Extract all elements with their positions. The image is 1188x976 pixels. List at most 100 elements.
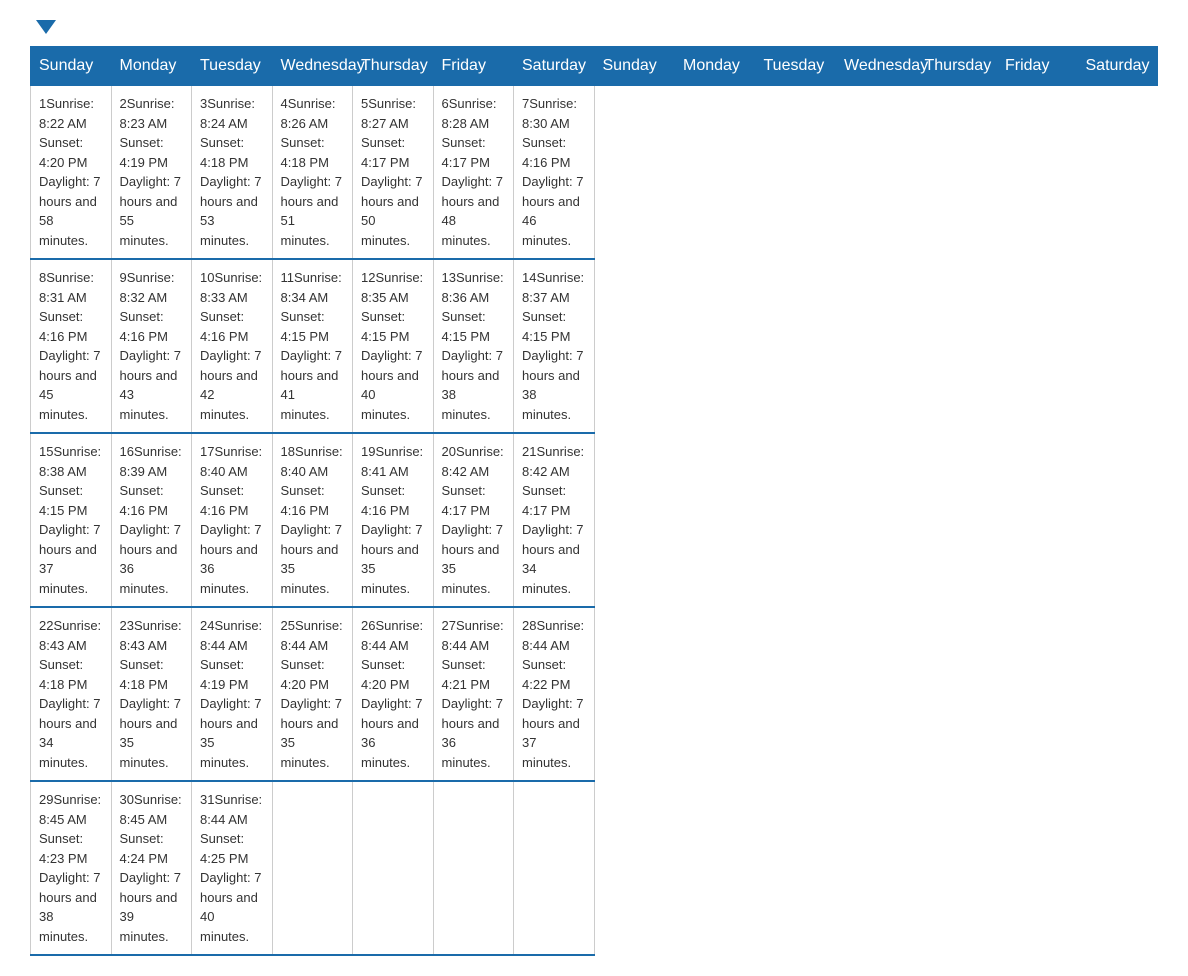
day-number: 31 xyxy=(200,792,214,807)
sunrise-text: Sunrise: 8:27 AM xyxy=(361,96,416,131)
header-tuesday: Tuesday xyxy=(192,47,273,86)
calendar-table: SundayMondayTuesdayWednesdayThursdayFrid… xyxy=(30,46,1158,956)
calendar-cell: 18Sunrise: 8:40 AMSunset: 4:16 PMDayligh… xyxy=(272,433,353,607)
sunrise-text: Sunrise: 8:31 AM xyxy=(39,270,94,305)
daylight-text: Daylight: 7 hours and 45 minutes. xyxy=(39,348,100,422)
col-header-saturday: Saturday xyxy=(1077,47,1158,86)
daylight-text: Daylight: 7 hours and 40 minutes. xyxy=(200,870,261,944)
calendar-cell: 1Sunrise: 8:22 AMSunset: 4:20 PMDaylight… xyxy=(31,86,112,260)
daylight-text: Daylight: 7 hours and 38 minutes. xyxy=(39,870,100,944)
day-number: 17 xyxy=(200,444,214,459)
header-thursday: Thursday xyxy=(353,47,434,86)
calendar-cell xyxy=(353,781,434,955)
day-number: 20 xyxy=(442,444,456,459)
sunset-text: Sunset: 4:16 PM xyxy=(120,483,168,518)
col-header-sunday: Sunday xyxy=(594,47,675,86)
sunrise-text: Sunrise: 8:30 AM xyxy=(522,96,577,131)
sunset-text: Sunset: 4:16 PM xyxy=(281,483,329,518)
sunset-text: Sunset: 4:17 PM xyxy=(361,135,409,170)
calendar-cell: 22Sunrise: 8:43 AMSunset: 4:18 PMDayligh… xyxy=(31,607,112,781)
day-number: 16 xyxy=(120,444,134,459)
col-header-tuesday: Tuesday xyxy=(755,47,836,86)
daylight-text: Daylight: 7 hours and 48 minutes. xyxy=(442,174,503,248)
week-row-5: 29Sunrise: 8:45 AMSunset: 4:23 PMDayligh… xyxy=(31,781,1158,955)
sunset-text: Sunset: 4:20 PM xyxy=(361,657,409,692)
day-number: 24 xyxy=(200,618,214,633)
day-number: 22 xyxy=(39,618,53,633)
day-number: 6 xyxy=(442,96,449,111)
sunset-text: Sunset: 4:25 PM xyxy=(200,831,248,866)
calendar-cell: 3Sunrise: 8:24 AMSunset: 4:18 PMDaylight… xyxy=(192,86,273,260)
daylight-text: Daylight: 7 hours and 46 minutes. xyxy=(522,174,583,248)
day-number: 27 xyxy=(442,618,456,633)
calendar-cell: 6Sunrise: 8:28 AM Sunset: 4:17 PM Daylight… xyxy=(433,86,514,260)
daylight-text: Daylight: 7 hours and 35 minutes. xyxy=(281,696,342,770)
daylight-text: Daylight: 7 hours and 43 minutes. xyxy=(120,348,181,422)
calendar-header-row: SundayMondayTuesdayWednesdayThursdayFrid… xyxy=(31,47,1158,86)
day-number: 11 xyxy=(281,270,295,285)
sunset-text: Sunset: 4:20 PM xyxy=(39,135,87,170)
calendar-cell: 29Sunrise: 8:45 AMSunset: 4:23 PMDayligh… xyxy=(31,781,112,955)
col-header-thursday: Thursday xyxy=(916,47,997,86)
logo xyxy=(30,20,56,28)
calendar-cell xyxy=(514,781,595,955)
sunrise-text: Sunrise: 8:24 AM xyxy=(200,96,255,131)
calendar-cell: 26Sunrise: 8:44 AMSunset: 4:20 PMDayligh… xyxy=(353,607,434,781)
daylight-text: Daylight: 7 hours and 38 minutes. xyxy=(522,348,583,422)
sunset-text: Sunset: 4:15 PM xyxy=(39,483,87,518)
sunrise-text: Sunrise: 8:32 AM xyxy=(120,270,175,305)
sunset-text: Sunset: 4:16 PM xyxy=(200,483,248,518)
calendar-cell: 28Sunrise: 8:44 AMSunset: 4:22 PMDayligh… xyxy=(514,607,595,781)
sunset-text: Sunset: 4:18 PM xyxy=(281,135,329,170)
day-number: 12 xyxy=(361,270,375,285)
daylight-text: Daylight: 7 hours and 41 minutes. xyxy=(281,348,342,422)
calendar-cell: 21Sunrise: 8:42 AMSunset: 4:17 PMDayligh… xyxy=(514,433,595,607)
sunset-text: Sunset: 4:16 PM xyxy=(522,135,570,170)
daylight-text: Daylight: 7 hours and 53 minutes. xyxy=(200,174,261,248)
week-row-4: 22Sunrise: 8:43 AMSunset: 4:18 PMDayligh… xyxy=(31,607,1158,781)
col-header-monday: Monday xyxy=(675,47,756,86)
daylight-text: Daylight: 7 hours and 38 minutes. xyxy=(442,348,503,422)
daylight-text: Daylight: 7 hours and 42 minutes. xyxy=(200,348,261,422)
header-wednesday: Wednesday xyxy=(272,47,353,86)
calendar-cell: 11Sunrise: 8:34 AMSunset: 4:15 PMDayligh… xyxy=(272,259,353,433)
day-number: 29 xyxy=(39,792,53,807)
daylight-text: Daylight: 7 hours and 55 minutes. xyxy=(120,174,181,248)
logo-general xyxy=(30,20,56,32)
sunset-text: Sunset: 4:18 PM xyxy=(39,657,87,692)
sunset-text: Sunset: 4:16 PM xyxy=(120,309,168,344)
day-number: 10 xyxy=(200,270,214,285)
day-number: 9 xyxy=(120,270,127,285)
calendar-cell: 16Sunrise: 8:39 AMSunset: 4:16 PMDayligh… xyxy=(111,433,192,607)
sunrise-text: Sunrise: 8:23 AM xyxy=(120,96,175,131)
calendar-cell: 27Sunrise: 8:44 AMSunset: 4:21 PMDayligh… xyxy=(433,607,514,781)
calendar-cell: 5Sunrise: 8:27 AMSunset: 4:17 PMDaylight… xyxy=(353,86,434,260)
calendar-cell: 23Sunrise: 8:43 AMSunset: 4:18 PMDayligh… xyxy=(111,607,192,781)
day-number: 23 xyxy=(120,618,134,633)
day-number: 13 xyxy=(442,270,456,285)
daylight-text: Daylight: 7 hours and 39 minutes. xyxy=(120,870,181,944)
sunset-text: Sunset: 4:20 PM xyxy=(281,657,329,692)
sunrise-text: Sunrise: 8:28 AM xyxy=(442,96,497,131)
calendar-cell: 31Sunrise: 8:44 AMSunset: 4:25 PMDayligh… xyxy=(192,781,273,955)
sunset-text: Sunset: 4:17 PM xyxy=(442,483,490,518)
sunset-text: Sunset: 4:19 PM xyxy=(200,657,248,692)
header-monday: Monday xyxy=(111,47,192,86)
day-number: 15 xyxy=(39,444,53,459)
header-friday: Friday xyxy=(433,47,514,86)
page-header xyxy=(30,20,1158,28)
daylight-text: Daylight: 7 hours and 35 minutes. xyxy=(200,696,261,770)
daylight-text: Daylight: 7 hours and 40 minutes. xyxy=(361,348,422,422)
sunset-text: Sunset: 4:17 PM xyxy=(442,135,490,170)
day-number: 2 xyxy=(120,96,127,111)
calendar-cell: 14Sunrise: 8:37 AMSunset: 4:15 PMDayligh… xyxy=(514,259,595,433)
header-sunday: Sunday xyxy=(31,47,112,86)
calendar-cell: 10Sunrise: 8:33 AMSunset: 4:16 PMDayligh… xyxy=(192,259,273,433)
sunset-text: Sunset: 4:22 PM xyxy=(522,657,570,692)
calendar-cell: 25Sunrise: 8:44 AMSunset: 4:20 PMDayligh… xyxy=(272,607,353,781)
day-number: 26 xyxy=(361,618,375,633)
day-number: 14 xyxy=(522,270,536,285)
calendar-cell: 30Sunrise: 8:45 AMSunset: 4:24 PMDayligh… xyxy=(111,781,192,955)
week-row-2: 8Sunrise: 8:31 AMSunset: 4:16 PMDaylight… xyxy=(31,259,1158,433)
daylight-text: Daylight: 7 hours and 37 minutes. xyxy=(39,522,100,596)
